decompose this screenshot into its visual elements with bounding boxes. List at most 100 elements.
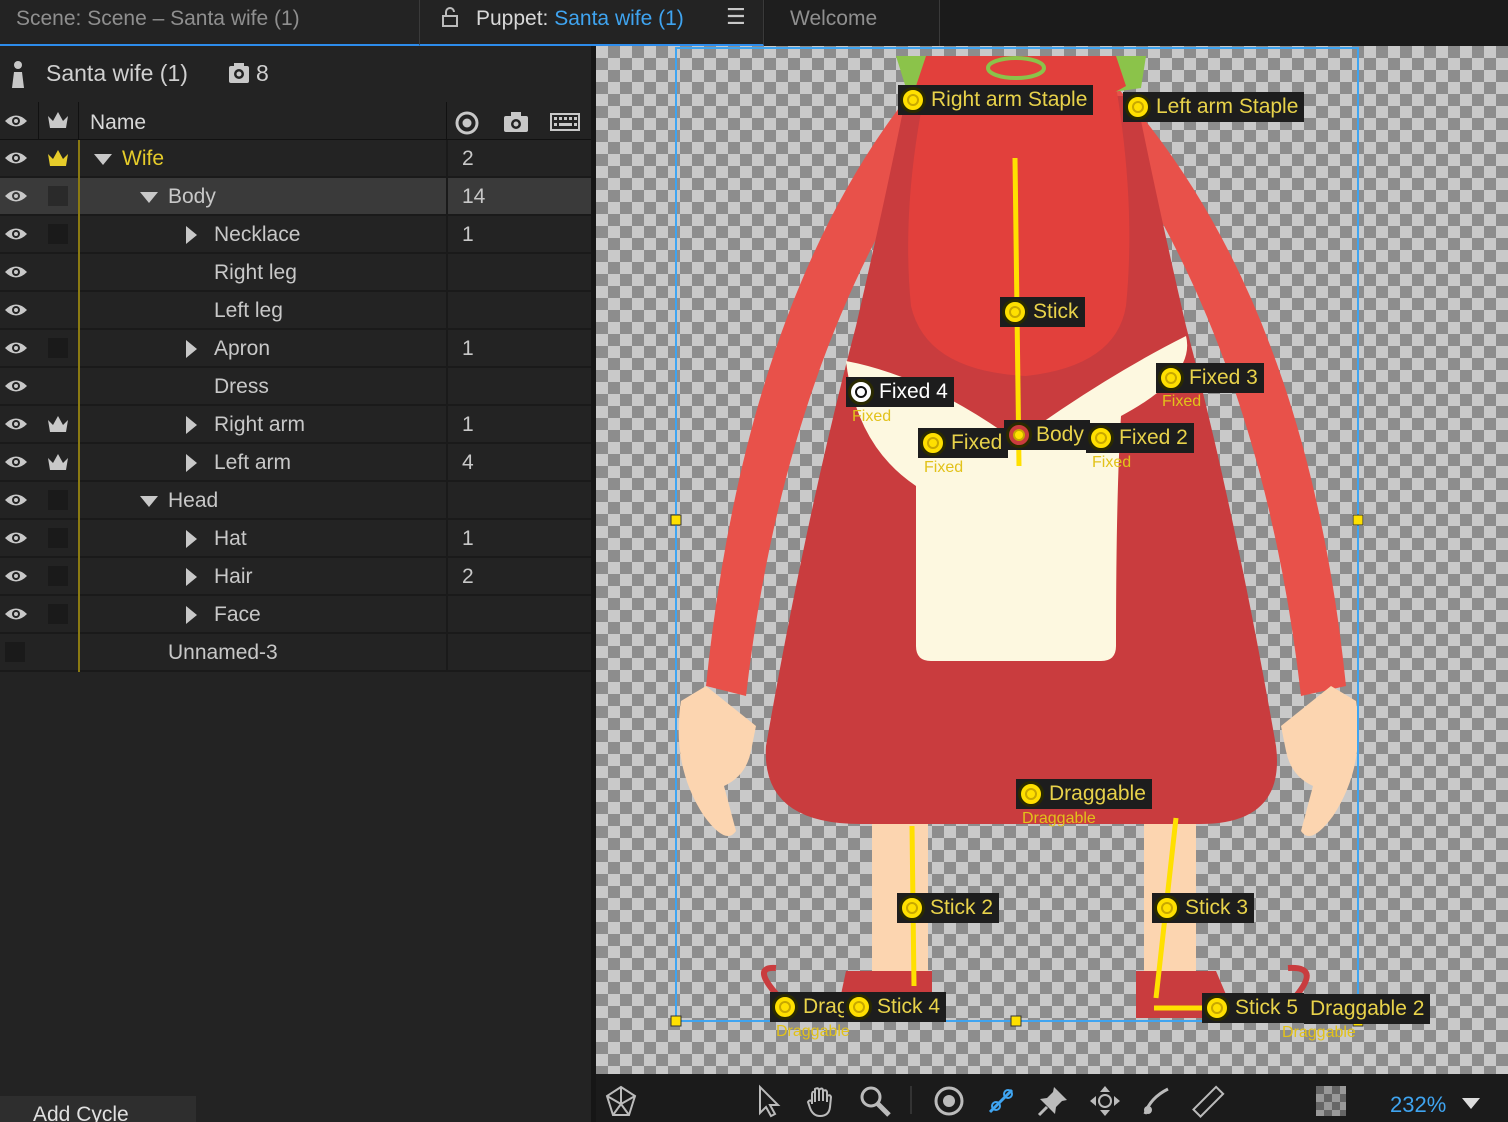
eye-icon[interactable] bbox=[4, 149, 28, 167]
collapse-triangle-icon[interactable] bbox=[140, 496, 158, 507]
expand-triangle-icon[interactable] bbox=[186, 454, 197, 472]
tab-scene[interactable]: Scene: Scene – Santa wife (1) bbox=[0, 0, 420, 46]
eye-icon[interactable] bbox=[4, 263, 28, 281]
eye-icon[interactable] bbox=[4, 567, 28, 585]
collapse-triangle-icon[interactable] bbox=[140, 192, 158, 203]
handle-stick-5[interactable]: Stick 5 bbox=[1202, 993, 1305, 1023]
mesh-icon[interactable] bbox=[604, 1084, 638, 1118]
handle-stick-4[interactable]: Stick 4 bbox=[844, 992, 947, 1022]
handle-stick-2[interactable]: Stick 2 bbox=[897, 893, 1000, 923]
crown-column-icon[interactable] bbox=[46, 110, 70, 130]
resize-handle[interactable] bbox=[670, 1015, 682, 1027]
visibility-column-icon[interactable] bbox=[4, 112, 28, 130]
layer-row-face[interactable]: Face bbox=[0, 596, 594, 634]
layer-row-hat[interactable]: Hat 1 bbox=[0, 520, 594, 558]
select-arrow-icon[interactable] bbox=[752, 1084, 786, 1118]
layer-row-unnamed-3[interactable]: Unnamed-3 bbox=[0, 634, 594, 672]
layer-row-left-leg[interactable]: Left leg bbox=[0, 292, 594, 330]
handle-fixed[interactable]: Fixed bbox=[918, 428, 1009, 458]
handle-stick[interactable]: Stick bbox=[1000, 297, 1085, 327]
transparency-grid-icon[interactable] bbox=[1314, 1084, 1348, 1118]
expand-triangle-icon[interactable] bbox=[186, 340, 197, 358]
handle-column-icon[interactable] bbox=[454, 110, 480, 136]
crown-toggle[interactable] bbox=[48, 528, 68, 548]
draggable-handle-icon bbox=[1018, 781, 1044, 807]
layer-row-hair[interactable]: Hair 2 bbox=[0, 558, 594, 596]
layer-label: Dress bbox=[214, 375, 269, 398]
tab-welcome[interactable]: Welcome bbox=[765, 0, 940, 46]
layer-row-body[interactable]: Body 14 bbox=[0, 178, 594, 216]
eye-icon[interactable] bbox=[4, 415, 28, 433]
crown-icon[interactable] bbox=[46, 414, 70, 434]
hand-icon[interactable] bbox=[804, 1084, 838, 1118]
handle-draggable-2[interactable]: Draggable 2 bbox=[1304, 994, 1431, 1024]
move-handle-icon[interactable] bbox=[1088, 1084, 1122, 1118]
handle-right-arm-staple[interactable]: Right arm Staple bbox=[898, 85, 1094, 115]
handle-stick-3[interactable]: Stick 3 bbox=[1152, 893, 1255, 923]
ruler-icon[interactable] bbox=[1192, 1084, 1226, 1118]
eye-icon[interactable] bbox=[4, 301, 28, 319]
layer-row-apron[interactable]: Apron 1 bbox=[0, 330, 594, 368]
layer-row-head[interactable]: Head bbox=[0, 482, 594, 520]
crown-icon[interactable] bbox=[46, 452, 70, 472]
handle-draggable[interactable]: Draggable bbox=[1016, 779, 1152, 809]
layer-row-right-leg[interactable]: Right leg bbox=[0, 254, 594, 292]
crown-icon[interactable] bbox=[46, 148, 70, 168]
crown-toggle[interactable] bbox=[48, 224, 68, 244]
eye-icon[interactable] bbox=[4, 529, 28, 547]
zoom-level[interactable]: 232% bbox=[1390, 1092, 1446, 1118]
layer-row-right-arm[interactable]: Right arm 1 bbox=[0, 406, 594, 444]
layer-row-dress[interactable]: Dress bbox=[0, 368, 594, 406]
crown-toggle[interactable] bbox=[48, 490, 68, 510]
stick-tool-icon[interactable] bbox=[984, 1084, 1018, 1118]
layer-count: 4 bbox=[462, 451, 474, 474]
layer-row-left-arm[interactable]: Left arm 4 bbox=[0, 444, 594, 482]
layer-label: Unnamed-3 bbox=[168, 641, 278, 664]
handle-tag-fixed: Fixed bbox=[1162, 393, 1202, 410]
resize-handle[interactable] bbox=[670, 514, 682, 526]
crown-toggle[interactable] bbox=[48, 566, 68, 586]
layer-count: 1 bbox=[462, 223, 474, 246]
eye-icon[interactable] bbox=[4, 377, 28, 395]
keyboard-column-icon[interactable] bbox=[550, 112, 580, 132]
tab-puppet[interactable]: Puppet: Santa wife (1) ☰ bbox=[420, 0, 764, 46]
handle-fixed-2[interactable]: Fixed 2 bbox=[1086, 423, 1194, 453]
eye-icon[interactable] bbox=[4, 339, 28, 357]
layer-row-wife[interactable]: Wife 2 bbox=[0, 140, 594, 178]
visibility-toggle[interactable] bbox=[5, 642, 25, 662]
puppet-canvas[interactable]: Right arm Staple Left arm Staple Stick F… bbox=[596, 46, 1508, 1074]
layer-row-necklace[interactable]: Necklace 1 bbox=[0, 216, 594, 254]
expand-triangle-icon[interactable] bbox=[186, 226, 197, 244]
handle-left-arm-staple[interactable]: Left arm Staple bbox=[1123, 92, 1305, 122]
collapse-triangle-icon[interactable] bbox=[94, 154, 112, 165]
expand-triangle-icon[interactable] bbox=[186, 530, 197, 548]
crown-toggle[interactable] bbox=[48, 338, 68, 358]
pin-icon[interactable] bbox=[1036, 1084, 1070, 1118]
add-cycle-button[interactable]: Add Cycle bbox=[0, 1096, 196, 1122]
resize-handle[interactable] bbox=[1352, 514, 1364, 526]
eye-icon[interactable] bbox=[4, 225, 28, 243]
eye-icon[interactable] bbox=[4, 187, 28, 205]
layer-count: 2 bbox=[462, 147, 474, 170]
handle-fixed-4[interactable]: Fixed 4 bbox=[846, 377, 954, 407]
expand-triangle-icon[interactable] bbox=[186, 416, 197, 434]
crown-toggle[interactable] bbox=[48, 186, 68, 206]
panel-menu-icon[interactable]: ☰ bbox=[726, 0, 746, 36]
expand-triangle-icon[interactable] bbox=[186, 606, 197, 624]
zoom-icon[interactable] bbox=[858, 1084, 892, 1118]
eye-icon[interactable] bbox=[4, 605, 28, 623]
expand-triangle-icon[interactable] bbox=[186, 568, 197, 586]
chevron-down-icon[interactable] bbox=[1460, 1096, 1482, 1110]
layer-label: Left leg bbox=[214, 299, 283, 322]
eye-icon[interactable] bbox=[4, 491, 28, 509]
name-column-header[interactable]: Name bbox=[90, 111, 146, 135]
handle-fixed-3[interactable]: Fixed 3 bbox=[1156, 363, 1264, 393]
resize-handle[interactable] bbox=[1010, 1015, 1022, 1027]
lock-icon[interactable] bbox=[442, 2, 458, 40]
trigger-column-icon[interactable] bbox=[503, 111, 529, 133]
handle-tool-icon[interactable] bbox=[932, 1084, 966, 1118]
eye-icon[interactable] bbox=[4, 453, 28, 471]
crown-toggle[interactable] bbox=[48, 604, 68, 624]
handle-body[interactable]: Body bbox=[1004, 420, 1090, 450]
bend-icon[interactable] bbox=[1140, 1084, 1174, 1118]
